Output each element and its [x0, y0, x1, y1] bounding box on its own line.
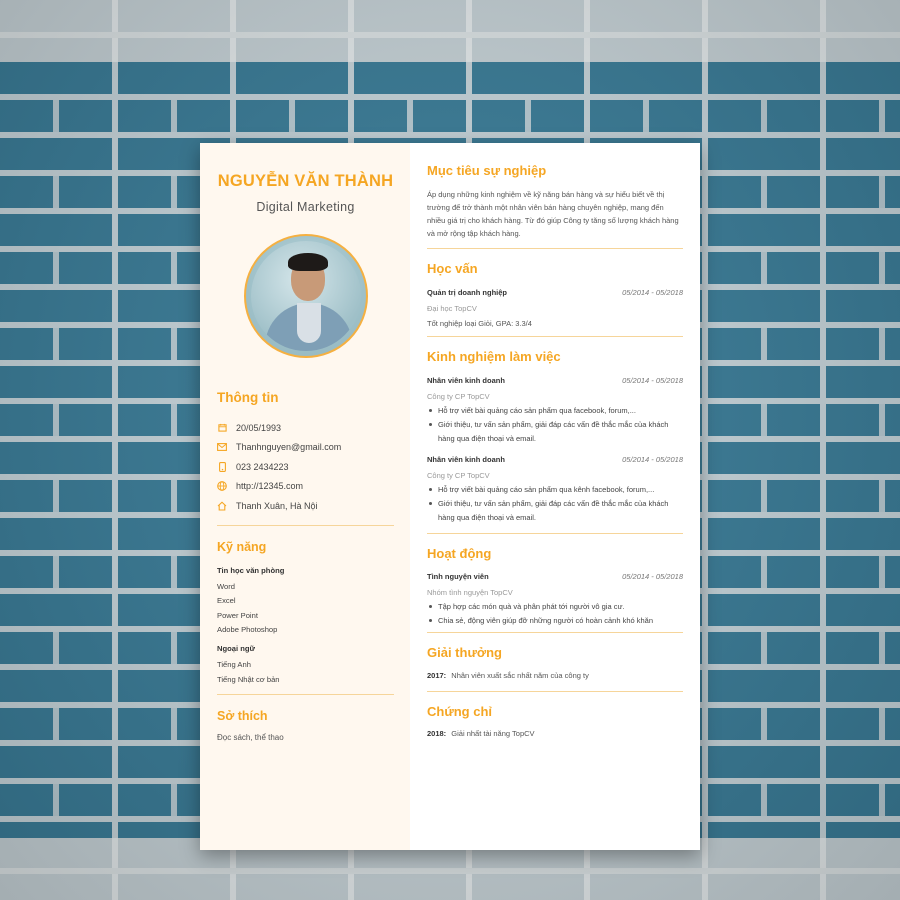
info-phone: 023 2434223 [217, 457, 394, 477]
hobbies-section-title: Sở thích [217, 708, 268, 723]
info-website: http://12345.com [217, 477, 394, 497]
info-section-title: Thông tin [217, 390, 279, 405]
phone-icon [217, 461, 227, 472]
skill-item: Tiếng Anh [217, 660, 251, 669]
home-icon [217, 501, 227, 511]
avatar [243, 234, 368, 358]
skill-item: Word [217, 581, 236, 591]
info-text[interactable]: Thanhnguyen@gmail.com [236, 442, 341, 452]
certificate-text: Giải nhất tài năng TopCV [451, 729, 535, 738]
education-school: Đại học TopCV [427, 304, 477, 313]
education-entry-head: Quản trị doanh nghiệp 05/2014 - 05/2018 [427, 288, 683, 297]
education-section-title: Học vấn [427, 261, 478, 276]
activity-bullet: Chia sẻ, động viên giúp đỡ những người c… [427, 614, 683, 628]
divider [427, 691, 683, 692]
job-bullet: Hỗ trợ viết bài quảng cáo sản phẩm qua f… [427, 404, 683, 418]
experience-entry-head: Nhân viên kinh doanh 05/2014 - 05/2018 [427, 376, 683, 385]
globe-icon [217, 481, 227, 492]
education-result: Tốt nghiệp loại Giỏi, GPA: 3.3/4 [427, 319, 532, 328]
certificates-section-title: Chứng chỉ [427, 704, 493, 719]
job-company: Công ty CP TopCV [427, 471, 490, 480]
skill-item: Power Point [217, 610, 258, 620]
activity-role: Tình nguyện viên [427, 572, 489, 581]
experience-section-title: Kinh nghiệm làm việc [427, 349, 561, 364]
cv-document: NGUYỄN VĂN THÀNH Digital Marketing Thông… [200, 143, 700, 850]
cv-main: Mục tiêu sự nghiệp Áp dụng những kinh ng… [410, 143, 700, 850]
info-text: Thanh Xuân, Hà Nội [236, 500, 318, 511]
award-row: 2017: Nhân viên xuất sắc nhất năm của cô… [427, 671, 684, 680]
activity-entry-head: Tình nguyện viên 05/2014 - 05/2018 [427, 572, 683, 581]
job-date: 05/2014 - 05/2018 [622, 376, 683, 385]
divider [427, 533, 683, 534]
info-email: Thanhnguyen@gmail.com [217, 438, 394, 458]
calendar-icon [217, 423, 227, 433]
education-major: Quản trị doanh nghiệp [427, 288, 507, 297]
info-text[interactable]: http://12345.com [236, 481, 303, 491]
job-bullet: Giới thiệu, tư vấn sản phẩm, giải đáp cá… [427, 497, 683, 525]
award-text: Nhân viên xuất sắc nhất năm của công ty [451, 671, 589, 680]
skills-section-title: Kỹ năng [217, 539, 267, 554]
activity-date: 05/2014 - 05/2018 [622, 572, 683, 581]
info-birthdate: 20/05/1993 [217, 418, 394, 438]
skill-item: Adobe Photoshop [217, 625, 278, 634]
activity-bullet: Tập hợp các món quà và phân phát tới ngư… [427, 600, 683, 614]
awards-section-title: Giải thưởng [427, 645, 502, 660]
objective-text: Áp dụng những kinh nghiệm về kỹ năng bán… [427, 190, 679, 238]
skill-group-title: Ngoại ngữ [217, 644, 255, 653]
mail-icon [217, 442, 227, 452]
divider [217, 524, 394, 526]
education-date: 05/2014 - 05/2018 [622, 288, 683, 297]
hobbies-text: Đọc sách, thể thao [217, 732, 284, 742]
job-company: Công ty CP TopCV [427, 392, 490, 401]
info-text: 20/05/1993 [236, 422, 282, 433]
award-year: 2017: [427, 671, 447, 680]
info-text: 023 2434223 [236, 461, 289, 472]
skill-item: Tiếng Nhật cơ bản [217, 674, 280, 684]
activities-section-title: Hoạt động [427, 546, 492, 561]
info-list: 20/05/1993 Thanhnguyen@gmail.com 023 243… [217, 418, 394, 516]
job-role: Nhân viên kinh doanh [427, 376, 505, 385]
job-role: Nhân viên kinh doanh [427, 455, 505, 464]
info-address: Thanh Xuân, Hà Nội [217, 496, 394, 516]
job-bullet: Hỗ trợ viết bài quảng cáo sản phẩm qua k… [427, 483, 683, 497]
certificate-row: 2018: Giải nhất tài năng TopCV [427, 729, 684, 738]
skill-group-title: Tin học văn phòng [217, 565, 285, 575]
objective-section-title: Mục tiêu sự nghiệp [427, 163, 547, 178]
divider [217, 693, 394, 695]
skill-item: Excel [217, 596, 236, 605]
job-date: 05/2014 - 05/2018 [622, 455, 683, 464]
certificate-year: 2018: [427, 729, 447, 738]
portrait-photo [250, 241, 361, 351]
experience-entry-head: Nhân viên kinh doanh 05/2014 - 05/2018 [427, 455, 683, 464]
candidate-job-title: Digital Marketing [256, 200, 355, 214]
job-bullet: Giới thiệu, tư vấn sản phẩm, giải đáp cá… [427, 418, 683, 446]
activity-org: Nhóm tình nguyện TopCV [427, 588, 513, 597]
divider [427, 632, 683, 633]
cv-sidebar: NGUYỄN VĂN THÀNH Digital Marketing Thông… [200, 143, 410, 850]
divider [427, 248, 683, 249]
divider [427, 336, 683, 337]
candidate-name: NGUYỄN VĂN THÀNH [217, 172, 394, 190]
